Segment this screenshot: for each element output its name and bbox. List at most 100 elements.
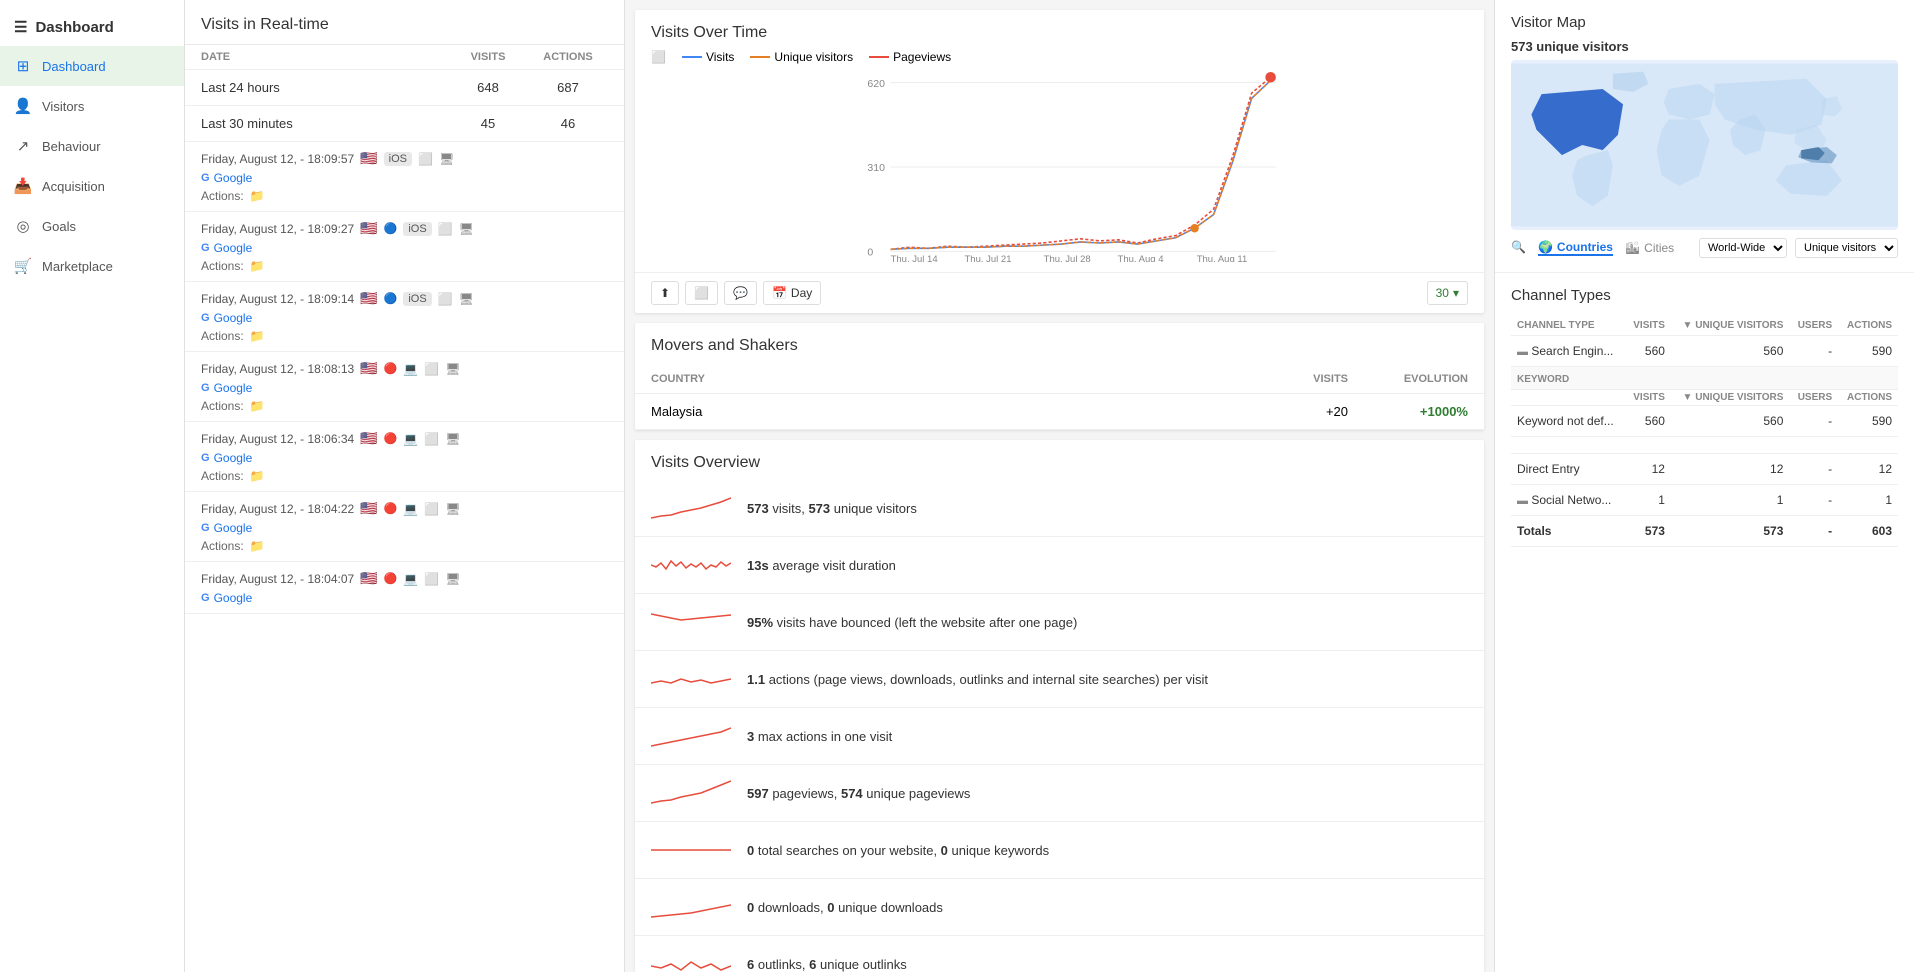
kw-th-actions: ACTIONS	[1838, 390, 1898, 406]
main-content: Visits in Real-time DATE VISITS ACTIONS …	[185, 0, 1914, 972]
visit-row: Friday, August 12, - 18:04:07 🇺🇸 🔴 💻 ⬜ 🖥…	[185, 562, 624, 614]
chart-legend: ⬜ Visits Unique visitors Pageviews	[635, 42, 1484, 72]
legend-visits-label: Visits	[706, 50, 734, 64]
behaviour-icon: ↗	[14, 137, 32, 155]
svg-text:310: 310	[867, 162, 885, 174]
totals-actions: 603	[1838, 516, 1898, 547]
visit-icon-monitor: 🖥	[439, 152, 454, 166]
overview-item-duration: 13s average visit duration	[635, 537, 1484, 594]
chart-controls: ⬆ ⬜ 💬 📅 Day 30 ▾	[635, 272, 1484, 313]
summary-last24-actions: 687	[528, 80, 608, 95]
spark-duration	[651, 547, 731, 583]
keyword-visits: 560	[1625, 406, 1671, 437]
legend-visits: Visits	[682, 50, 734, 64]
channel-section: Channel Types CHANNEL TYPE VISITS ▼ UNIQ…	[1495, 273, 1914, 561]
actions-label: Actions:	[201, 399, 244, 413]
visit-source: Google	[214, 311, 253, 325]
channel-table: CHANNEL TYPE VISITS ▼ UNIQUE VISITORS US…	[1511, 316, 1898, 547]
actions-folder-icon: 📁	[250, 539, 265, 553]
chart-period-btn[interactable]: 📅 Day	[763, 281, 821, 305]
visit-icon-monitor: 🖥	[459, 292, 474, 306]
map-metric-select[interactable]: Unique visitors	[1795, 238, 1898, 258]
goals-icon: ◎	[14, 217, 32, 235]
sidebar-item-dashboard[interactable]: ⊞ Dashboard	[0, 46, 184, 86]
channel-direct-entry: Direct Entry	[1511, 454, 1625, 485]
center-panel: Visits Over Time ⬜ Visits Unique visitor…	[625, 0, 1494, 972]
kw-th-keyword	[1511, 390, 1625, 406]
visit-extra-badge: 🔵	[384, 222, 398, 235]
chart-export-btn[interactable]: ⬆	[651, 281, 679, 305]
chart-share-btn[interactable]: 💬	[724, 281, 757, 305]
visit-icon-monitor: 🖥	[445, 572, 460, 586]
sidebar-item-dashboard-label: Dashboard	[42, 59, 106, 74]
overview-item-bounce: 95% visits have bounced (left the websit…	[635, 594, 1484, 651]
chart-embed-btn[interactable]: ⬜	[685, 281, 718, 305]
sidebar-header: ☰ Dashboard	[0, 8, 184, 46]
dashboard-icon: ⊞	[14, 57, 32, 75]
visit-flag: 🇺🇸	[360, 500, 377, 517]
legend-unique-dot	[750, 56, 770, 58]
channel-direct-visits: 12	[1625, 454, 1671, 485]
chart-btn-group[interactable]: ⬆ ⬜ 💬 📅 Day	[651, 281, 821, 305]
visit-icon-desktop: 💻	[403, 572, 418, 586]
sidebar-item-marketplace[interactable]: 🛒 Marketplace	[0, 246, 184, 286]
spark-max-actions	[651, 718, 731, 754]
overview-stat-duration: 13s average visit duration	[747, 558, 896, 573]
movers-evolution: +1000%	[1348, 404, 1468, 419]
legend-pageviews-label: Pageviews	[893, 50, 951, 64]
sidebar-item-goals[interactable]: ◎ Goals	[0, 206, 184, 246]
spark-pageviews	[651, 775, 731, 811]
map-region-select[interactable]: World-Wide	[1699, 238, 1787, 258]
visit-icon-tablet: ⬜	[424, 432, 439, 446]
keyword-section-header: KEYWORD	[1511, 367, 1898, 390]
sidebar-item-acquisition[interactable]: 📥 Acquisition	[0, 166, 184, 206]
chart-count-btn[interactable]: 30 ▾	[1427, 281, 1468, 305]
svg-text:Thu, Aug 4: Thu, Aug 4	[1118, 254, 1164, 262]
overview-stat-visits: 573 visits, 573 unique visitors	[747, 501, 917, 516]
visit-source: Google	[214, 171, 253, 185]
channel-types-title: Channel Types	[1511, 287, 1898, 304]
channel-direct-actions: 12	[1838, 454, 1898, 485]
legend-pageviews: Pageviews	[869, 50, 951, 64]
channel-row-social: ▬ Social Netwo... 1 1 - 1	[1511, 485, 1898, 516]
marketplace-icon: 🛒	[14, 257, 32, 275]
overview-item-outlinks: 6 outlinks, 6 unique outlinks	[635, 936, 1484, 972]
sidebar-item-behaviour[interactable]: ↗ Behaviour	[0, 126, 184, 166]
visit-source: Google	[214, 241, 253, 255]
expand-search-icon[interactable]: ▬	[1517, 346, 1528, 358]
th-channel-type: CHANNEL TYPE	[1511, 316, 1625, 336]
map-tab-countries[interactable]: 🌍 Countries	[1538, 240, 1613, 256]
channel-search-actions: 590	[1838, 336, 1898, 367]
map-tabs[interactable]: 🔍 🌍 Countries 🏙 Cities	[1511, 240, 1674, 256]
channel-direct-users: -	[1789, 454, 1838, 485]
summary-last24-visits: 648	[448, 80, 528, 95]
actions-label: Actions:	[201, 539, 244, 553]
google-icon: G	[201, 242, 210, 254]
visitors-icon: 👤	[14, 97, 32, 115]
summary-last30min-actions: 46	[528, 116, 608, 131]
visits-overview-title: Visits Overview	[635, 440, 1484, 480]
summary-last24: Last 24 hours 648 687	[185, 70, 624, 106]
visit-extra-badge: 🔵	[384, 292, 398, 305]
expand-social-icon[interactable]: ▬	[1517, 495, 1528, 507]
visit-datetime: Friday, August 12, - 18:06:34	[201, 432, 354, 446]
keyword-label: KEYWORD	[1517, 374, 1569, 385]
realtime-panel: Visits in Real-time DATE VISITS ACTIONS …	[185, 0, 625, 972]
visit-icon-monitor: 🖥	[445, 502, 460, 516]
channel-direct-unique: 12	[1671, 454, 1789, 485]
keyword-unique: 560	[1671, 406, 1789, 437]
visit-source: Google	[214, 451, 253, 465]
visit-flag: 🇺🇸	[360, 360, 377, 377]
overview-item-visits: 573 visits, 573 unique visitors	[635, 480, 1484, 537]
keyword-users: -	[1789, 406, 1838, 437]
map-tab-cities[interactable]: 🏙 Cities	[1625, 240, 1674, 256]
overview-stat-downloads: 0 downloads, 0 unique downloads	[747, 900, 943, 915]
map-filters[interactable]: World-Wide Unique visitors	[1699, 238, 1898, 258]
sidebar-title: Dashboard	[35, 19, 113, 36]
sidebar-item-visitors[interactable]: 👤 Visitors	[0, 86, 184, 126]
th-users: USERS	[1789, 316, 1838, 336]
map-container	[1511, 60, 1898, 230]
visit-icon-monitor: 🖥	[445, 432, 460, 446]
visit-row: Friday, August 12, - 18:04:22 🇺🇸 🔴 💻 ⬜ 🖥…	[185, 492, 624, 562]
actions-folder-icon: 📁	[250, 469, 265, 483]
